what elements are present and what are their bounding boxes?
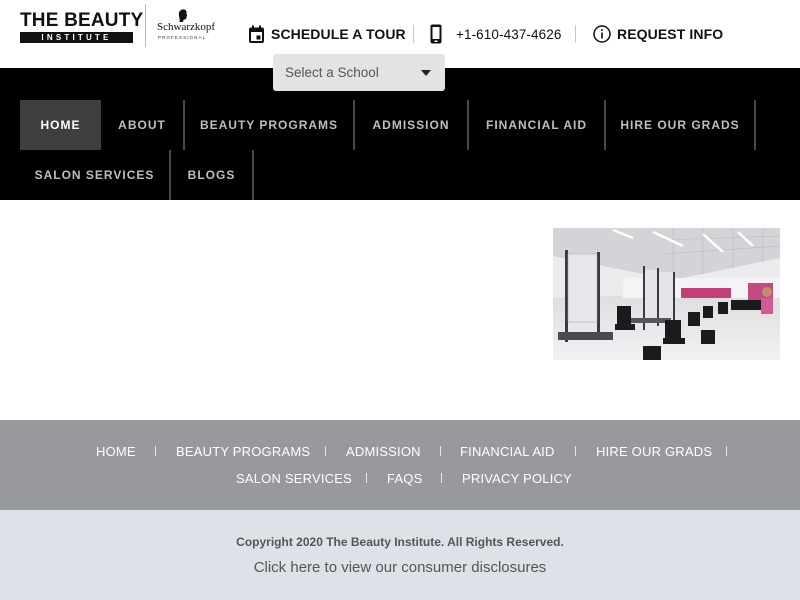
footer-link-faqs[interactable]: FAQS: [387, 471, 422, 486]
footer-link-admission[interactable]: ADMISSION: [346, 444, 421, 459]
select-school-value: Select a School: [285, 65, 379, 80]
request-info-link[interactable]: REQUEST INFO: [593, 22, 723, 46]
schedule-tour-label: SCHEDULE A TOUR: [271, 26, 406, 42]
footer-link-beauty-programs[interactable]: BEAUTY PROGRAMS: [176, 444, 310, 459]
footer-separator: [726, 446, 727, 456]
header-separator: [413, 25, 414, 43]
nav-item-admission[interactable]: ADMISSION: [355, 100, 467, 150]
logo-subtitle: INSTITUTE: [20, 32, 133, 43]
logo-title: THE BEAUTY: [20, 10, 144, 31]
footer-separator: [325, 446, 326, 456]
footer-separator: [155, 446, 156, 456]
request-info-label: REQUEST INFO: [617, 26, 724, 42]
nav-item-beauty-programs[interactable]: BEAUTY PROGRAMS: [185, 100, 353, 150]
footer-separator: [575, 446, 576, 456]
beauty-institute-logo[interactable]: THE BEAUTY INSTITUTE: [20, 10, 144, 43]
nav-item-salon-services[interactable]: SALON SERVICES: [20, 150, 169, 200]
caret-down-icon: [421, 70, 431, 76]
nav-item-financial-aid[interactable]: FINANCIAL AID: [469, 100, 604, 150]
info-circle-icon: [593, 25, 611, 43]
phone-number: +1-610-437-4626: [456, 26, 562, 42]
footer-separator: [440, 446, 441, 456]
calendar-icon: [249, 25, 264, 43]
footer-link-financial-aid[interactable]: FINANCIAL AID: [460, 444, 555, 459]
footer-navigation: HOME BEAUTY PROGRAMS ADMISSION FINANCIAL…: [0, 420, 800, 510]
nav-item-home[interactable]: HOME: [20, 100, 101, 150]
nav-item-hire-our-grads[interactable]: HIRE OUR GRADS: [606, 100, 754, 150]
header-separator: [575, 25, 576, 43]
nav-separator: [754, 100, 756, 150]
partner-name: Schwarzkopf: [157, 21, 216, 33]
footer-bottom: Copyright 2020 The Beauty Institute. All…: [0, 510, 800, 600]
phone-link[interactable]: +1-610-437-4626: [430, 22, 561, 46]
footer-separator: [441, 473, 442, 483]
mobile-phone-icon: [430, 24, 442, 44]
footer-link-home[interactable]: HOME: [96, 444, 136, 459]
salon-interior-photo: [553, 228, 780, 360]
footer-link-hire-our-grads[interactable]: HIRE OUR GRADS: [596, 444, 712, 459]
nav-item-blogs[interactable]: BLOGS: [171, 150, 252, 200]
footer-separator: [366, 473, 367, 483]
copyright-text: Copyright 2020 The Beauty Institute. All…: [236, 535, 564, 549]
consumer-disclosures-link[interactable]: Click here to view our consumer disclosu…: [0, 559, 800, 576]
footer-link-salon-services[interactable]: SALON SERVICES: [236, 471, 352, 486]
nav-separator: [252, 150, 254, 200]
partner-subtitle: PROFESSIONAL: [158, 35, 207, 40]
schedule-tour-link[interactable]: SCHEDULE A TOUR: [248, 22, 406, 46]
nav-item-about[interactable]: ABOUT: [101, 100, 183, 150]
footer-link-privacy-policy[interactable]: PRIVACY POLICY: [462, 471, 572, 486]
logo-divider: [145, 4, 146, 47]
select-school-dropdown[interactable]: Select a School: [273, 54, 445, 91]
